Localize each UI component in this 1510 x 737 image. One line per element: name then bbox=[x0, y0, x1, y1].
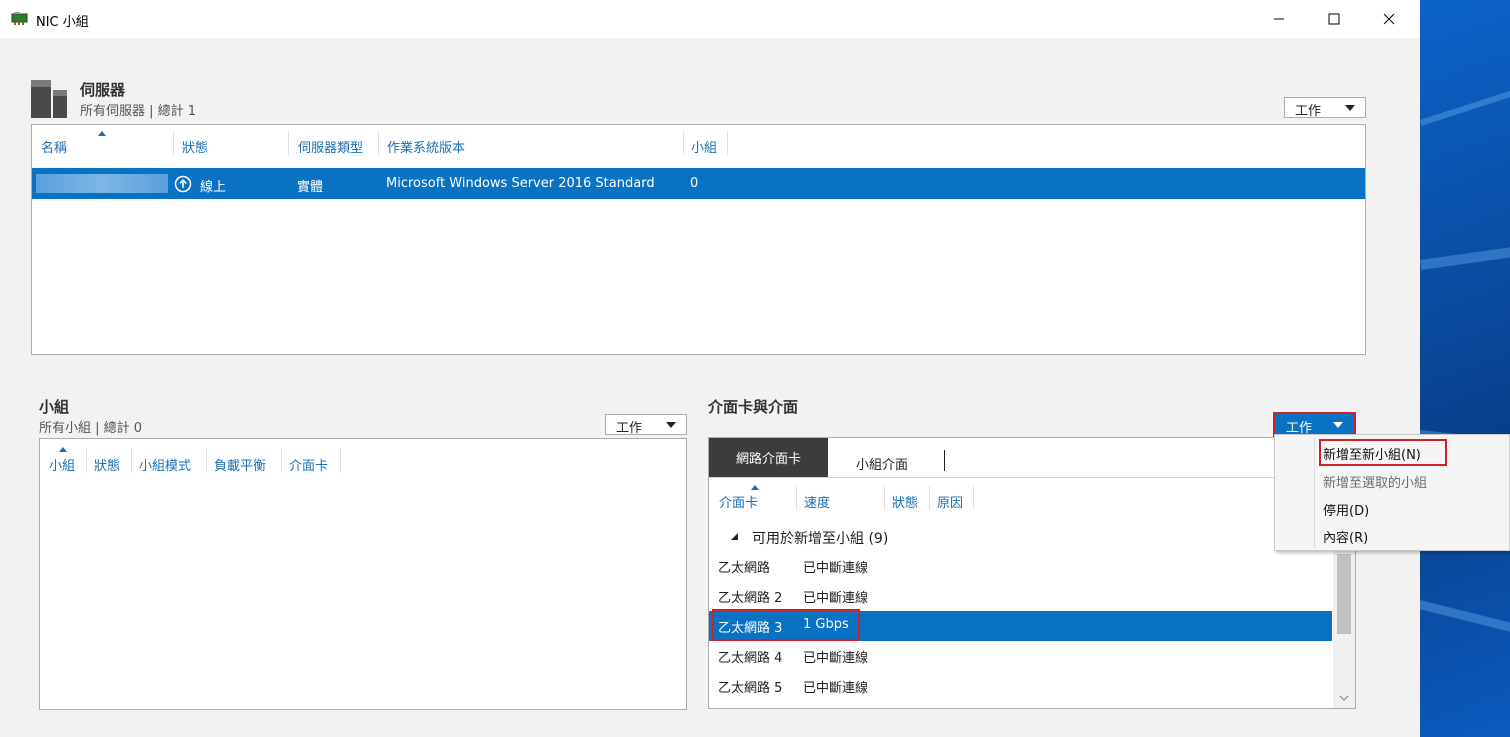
server-os: Microsoft Windows Server 2016 Standard bbox=[386, 176, 655, 191]
sort-ascending-icon bbox=[751, 485, 759, 490]
column-header-reason[interactable]: 原因 bbox=[937, 492, 963, 511]
collapse-triangle-icon[interactable] bbox=[730, 532, 739, 541]
teams-task-label: 工作 bbox=[616, 421, 643, 436]
nic-teaming-window: NIC 小組 伺服器 所有伺服器 | 總計 1 工作 名稱 狀態 伺服器類型 作… bbox=[0, 0, 1420, 737]
group-header: 可用於新增至小組 (9) bbox=[752, 531, 889, 547]
server-type: 實體 bbox=[297, 180, 324, 195]
column-divider bbox=[727, 131, 728, 155]
adapter-name: 乙太網路 5 bbox=[718, 681, 783, 696]
highlight-box bbox=[712, 609, 860, 641]
server-teams-count: 0 bbox=[690, 176, 699, 191]
list-item[interactable]: 乙太網路 2 已中斷連線 bbox=[709, 582, 1332, 612]
network-adapter-icon bbox=[11, 12, 28, 25]
column-header-name[interactable]: 名稱 bbox=[41, 137, 67, 156]
column-header-team-mode[interactable]: 小組模式 bbox=[139, 455, 191, 474]
maximize-icon bbox=[1328, 13, 1340, 25]
column-divider bbox=[173, 131, 174, 155]
adapter-speed: 已中斷連線 bbox=[803, 561, 869, 576]
sort-ascending-icon bbox=[98, 131, 106, 136]
column-header-speed[interactable]: 速度 bbox=[804, 492, 830, 511]
window-title: NIC 小組 bbox=[36, 15, 89, 30]
menu-item-properties[interactable]: 內容(R) bbox=[1323, 527, 1368, 546]
column-header-load-balancing[interactable]: 負載平衡 bbox=[214, 455, 266, 474]
adapters-panel: 網路介面卡 小組介面 介面卡 速度 狀態 原因 可用於新增至小組 (9) 乙太網… bbox=[708, 437, 1356, 709]
list-item[interactable]: 乙太網路 已中斷連線 bbox=[709, 552, 1332, 582]
column-header-status[interactable]: 狀態 bbox=[94, 455, 120, 474]
chevron-down-icon bbox=[666, 422, 676, 428]
column-header-status[interactable]: 狀態 bbox=[892, 492, 918, 511]
list-item[interactable]: 乙太網路 5 已中斷連線 bbox=[709, 672, 1332, 702]
menu-gutter bbox=[1314, 437, 1315, 548]
column-divider bbox=[131, 449, 132, 473]
teams-task-button[interactable]: 工作 bbox=[605, 414, 687, 436]
highlight-box bbox=[1319, 439, 1447, 466]
close-button[interactable] bbox=[1366, 0, 1412, 38]
maximize-button[interactable] bbox=[1311, 0, 1357, 38]
teams-subtitle: 所有小組 | 總計 0 bbox=[39, 421, 143, 436]
menu-item-disable[interactable]: 停用(D) bbox=[1323, 500, 1369, 519]
scroll-down-arrow-icon[interactable] bbox=[1339, 694, 1349, 702]
server-status: 線上 bbox=[200, 180, 227, 195]
servers-table: 名稱 狀態 伺服器類型 作業系統版本 小組 線上 實體 Microsoft Wi… bbox=[31, 124, 1366, 355]
column-divider bbox=[86, 449, 87, 473]
servers-subtitle: 所有伺服器 | 總計 1 bbox=[80, 104, 197, 119]
column-divider bbox=[884, 486, 885, 510]
servers-title: 伺服器 bbox=[80, 81, 126, 99]
close-icon bbox=[1383, 13, 1395, 25]
redacted-server-name bbox=[36, 174, 168, 193]
column-divider bbox=[683, 131, 684, 155]
column-divider bbox=[206, 449, 207, 473]
adapter-speed: 已中斷連線 bbox=[803, 651, 869, 666]
list-item[interactable]: 乙太網路 4 已中斷連線 bbox=[709, 642, 1332, 672]
adapter-name: 乙太網路 2 bbox=[718, 591, 783, 606]
column-divider bbox=[281, 449, 282, 473]
desktop-background bbox=[1420, 0, 1510, 737]
adapter-name: 乙太網路 bbox=[718, 561, 771, 576]
column-divider bbox=[378, 131, 379, 155]
column-header-teams[interactable]: 小組 bbox=[691, 137, 717, 156]
column-divider bbox=[973, 486, 974, 510]
tab-network-adapters[interactable]: 網路介面卡 bbox=[709, 438, 828, 477]
column-header-adapters[interactable]: 介面卡 bbox=[289, 455, 328, 474]
sort-ascending-icon bbox=[59, 447, 67, 452]
servers-task-label: 工作 bbox=[1295, 104, 1322, 119]
table-row[interactable]: 線上 實體 Microsoft Windows Server 2016 Stan… bbox=[32, 168, 1365, 199]
adapter-speed: 已中斷連線 bbox=[803, 681, 869, 696]
tab-divider bbox=[944, 450, 945, 471]
vertical-scrollbar[interactable] bbox=[1333, 550, 1355, 708]
servers-task-button[interactable]: 工作 bbox=[1284, 97, 1366, 119]
column-divider bbox=[929, 486, 930, 510]
chevron-down-icon bbox=[1345, 105, 1355, 111]
column-header-status[interactable]: 狀態 bbox=[182, 137, 208, 156]
column-divider bbox=[288, 131, 289, 155]
adapters-title: 介面卡與介面 bbox=[708, 398, 799, 416]
teams-table: 小組 狀態 小組模式 負載平衡 介面卡 bbox=[39, 438, 687, 710]
tab-team-interfaces[interactable]: 小組介面 bbox=[856, 454, 908, 473]
title-bar: NIC 小組 bbox=[0, 0, 1420, 38]
column-divider bbox=[796, 486, 797, 510]
minimize-icon bbox=[1274, 18, 1284, 20]
column-header-os-version[interactable]: 作業系統版本 bbox=[387, 137, 465, 156]
minimize-button[interactable] bbox=[1256, 0, 1302, 38]
online-status-icon bbox=[174, 175, 192, 193]
scrollbar-thumb[interactable] bbox=[1337, 554, 1351, 634]
tab-underline bbox=[709, 477, 1355, 478]
column-header-adapter[interactable]: 介面卡 bbox=[719, 492, 758, 511]
menu-item-add-to-selected-team: 新增至選取的小組 bbox=[1323, 476, 1428, 491]
adapter-speed: 已中斷連線 bbox=[803, 591, 869, 606]
tab-network-adapters-label: 網路介面卡 bbox=[735, 452, 801, 467]
column-header-team[interactable]: 小組 bbox=[49, 455, 75, 474]
teams-title: 小組 bbox=[39, 398, 70, 416]
adapter-name: 乙太網路 4 bbox=[718, 651, 783, 666]
column-divider bbox=[340, 449, 341, 473]
server-icon bbox=[31, 80, 67, 118]
column-header-server-type[interactable]: 伺服器類型 bbox=[298, 137, 363, 156]
